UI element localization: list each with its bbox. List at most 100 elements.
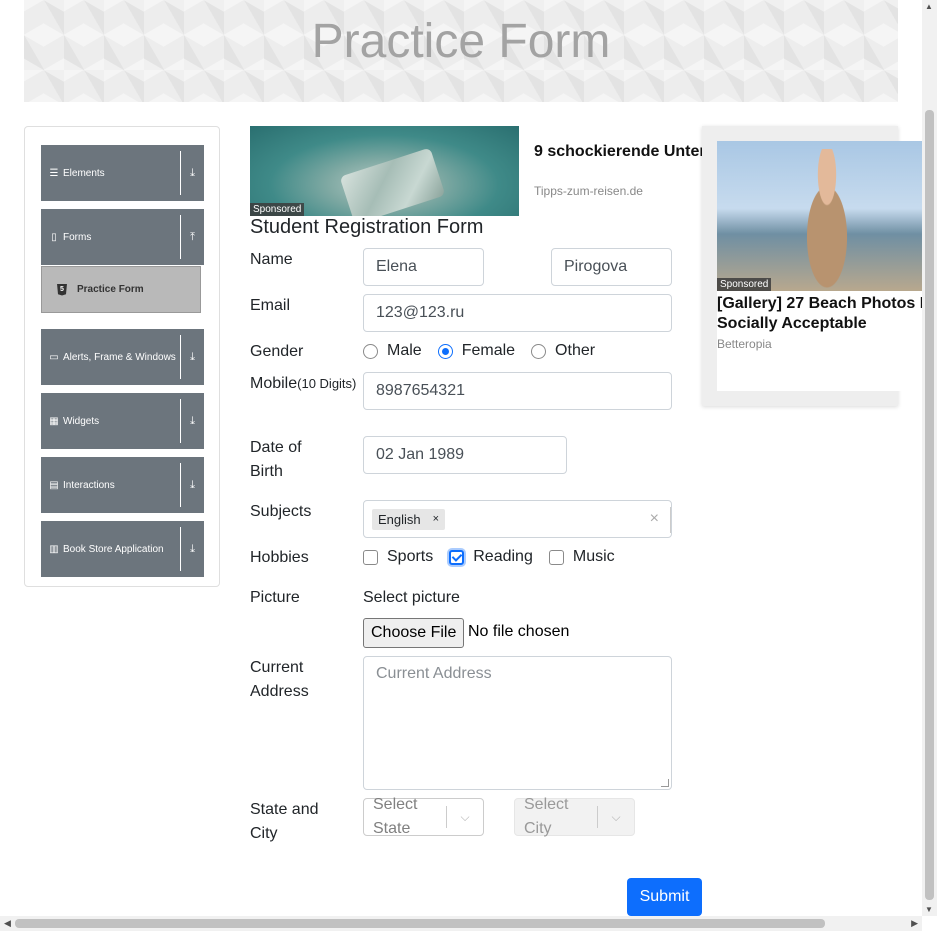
ad-source[interactable]: Betteropia bbox=[717, 337, 772, 351]
scroll-left-icon[interactable]: ◀ bbox=[4, 918, 11, 929]
scroll-right-icon[interactable]: ▶ bbox=[911, 918, 918, 929]
ad-source[interactable]: Tipps-zum-reisen.de bbox=[534, 184, 643, 198]
address-placeholder: Current Address bbox=[376, 665, 492, 682]
scrollbar-thumb[interactable] bbox=[15, 919, 825, 928]
download-arrow-icon[interactable]: ⤓ bbox=[180, 463, 204, 507]
document-icon: ▯ bbox=[51, 231, 57, 243]
gender-other-radio[interactable] bbox=[531, 343, 547, 359]
sidebar-group-label: Forms bbox=[63, 231, 92, 243]
download-arrow-icon[interactable]: ⤓ bbox=[180, 151, 204, 195]
mobile-label-text: Mobile bbox=[250, 375, 298, 392]
last-name-field[interactable]: Pirogova bbox=[551, 248, 672, 286]
state-city-label-line2: City bbox=[250, 825, 278, 842]
hobby-option-label[interactable]: Sports bbox=[387, 548, 433, 566]
address-label-line1: Current bbox=[250, 659, 304, 676]
mobile-label: Mobile(10 Digits) bbox=[250, 372, 356, 396]
scroll-up-icon[interactable]: ▲ bbox=[925, 2, 933, 11]
current-address-textarea[interactable]: Current Address bbox=[363, 656, 672, 790]
sidebar-group-book-store[interactable]: ▥ Book Store Application ⤓ bbox=[41, 521, 204, 577]
html5-icon: 5 bbox=[57, 283, 67, 296]
state-placeholder-line2: State bbox=[373, 820, 411, 837]
gender-option-label[interactable]: Female bbox=[462, 342, 515, 360]
hobby-music-checkbox[interactable] bbox=[548, 549, 564, 565]
vertical-scrollbar[interactable]: ▲ ▼ bbox=[922, 0, 937, 916]
sidebar-group-forms[interactable]: ▯ Forms ⤒ bbox=[41, 209, 204, 265]
dob-field[interactable]: 02 Jan 1989 bbox=[363, 436, 567, 474]
divider bbox=[670, 507, 671, 533]
sponsored-badge: Sponsored bbox=[717, 278, 772, 291]
sidebar-group-label: Widgets bbox=[63, 415, 100, 427]
sidebar-item-label: Practice Form bbox=[77, 284, 144, 295]
ad-headline[interactable]: [Gallery] 27 Beach Photos I Socially Acc… bbox=[717, 294, 923, 334]
submit-button[interactable]: Submit bbox=[627, 878, 702, 916]
gender-option-label[interactable]: Other bbox=[555, 342, 595, 360]
subjects-input[interactable]: English × × bbox=[363, 500, 672, 538]
gender-radio-group: Male Female Other bbox=[363, 342, 611, 360]
subject-tag: English × bbox=[372, 508, 446, 530]
picture-label: Picture bbox=[250, 589, 300, 606]
sidebar-group-label: Alerts, Frame & Windows bbox=[63, 351, 176, 363]
download-arrow-icon[interactable]: ⤓ bbox=[180, 399, 204, 443]
choose-file-button[interactable]: Choose File bbox=[363, 618, 465, 648]
scrollbar-thumb[interactable] bbox=[925, 110, 934, 900]
city-placeholder: Select City bbox=[515, 793, 597, 841]
gender-option-label[interactable]: Male bbox=[387, 342, 422, 360]
mobile-hint: (10 Digits) bbox=[297, 376, 357, 391]
email-label: Email bbox=[250, 297, 291, 314]
hobby-option-label[interactable]: Reading bbox=[473, 548, 533, 566]
sidebar-group-widgets[interactable]: ▦ Widgets ⤓ bbox=[41, 393, 204, 449]
dob-label-line1: Date of bbox=[250, 439, 302, 456]
scroll-down-icon[interactable]: ▼ bbox=[925, 905, 933, 914]
ad-image-subject bbox=[792, 149, 862, 291]
gender-female-radio[interactable] bbox=[437, 343, 453, 359]
sidebar-group-label: Interactions bbox=[63, 479, 115, 491]
grid-icon: ▦ bbox=[49, 415, 59, 427]
ad-headline[interactable]: 9 schockierende Unter mehr erklären kann bbox=[534, 142, 710, 162]
hobbies-checkbox-group: Sports Reading Music bbox=[363, 548, 631, 566]
page-title: Practice Form bbox=[311, 15, 611, 68]
ad-side[interactable]: Sponsored [Gallery] 27 Beach Photos I So… bbox=[717, 141, 923, 391]
state-placeholder: Select State bbox=[364, 793, 446, 841]
gender-male-radio[interactable] bbox=[363, 343, 378, 359]
dob-label: Date of Birth bbox=[250, 436, 302, 484]
download-arrow-icon[interactable]: ⤓ bbox=[180, 527, 204, 571]
resize-handle-icon[interactable] bbox=[661, 779, 669, 787]
sidebar-group-interactions[interactable]: ▤ Interactions ⤓ bbox=[41, 457, 204, 513]
first-name-field[interactable]: Elena bbox=[363, 248, 484, 286]
sidebar-item-practice-form[interactable]: 5 Practice Form bbox=[41, 266, 201, 313]
hobby-option-label[interactable]: Music bbox=[573, 548, 615, 566]
box-icon: ▤ bbox=[49, 479, 59, 491]
email-field[interactable]: 123@123.ru bbox=[363, 294, 672, 332]
hobby-reading-checkbox[interactable] bbox=[449, 549, 465, 565]
ad-banner-top[interactable]: Sponsored 9 schockierende Unter mehr erk… bbox=[250, 126, 710, 216]
hobby-sports-checkbox[interactable] bbox=[363, 549, 378, 565]
file-status-text: No file chosen bbox=[468, 623, 570, 640]
ad-image[interactable]: Sponsored bbox=[717, 141, 923, 291]
window-icon: ▭ bbox=[49, 351, 59, 363]
chevron-down-icon[interactable]: ⌵ bbox=[447, 810, 483, 825]
gender-label: Gender bbox=[250, 343, 304, 360]
sidebar-group-alerts[interactable]: ▭ Alerts, Frame & Windows ⤓ bbox=[41, 329, 204, 385]
remove-tag-icon[interactable]: × bbox=[433, 513, 439, 525]
sidebar-group-elements[interactable]: ☰ Elements ⤓ bbox=[41, 145, 204, 201]
form-title: Student Registration Form bbox=[250, 216, 484, 238]
download-arrow-icon[interactable]: ⤓ bbox=[180, 335, 204, 379]
sidebar-group-label: Book Store Application bbox=[63, 543, 164, 555]
city-select: Select City ⌵ bbox=[514, 796, 635, 837]
address-label: Current Address bbox=[250, 656, 309, 704]
state-city-label: State and City bbox=[250, 798, 319, 846]
horizontal-scrollbar[interactable]: ◀ ▶ bbox=[0, 916, 922, 931]
state-placeholder-line1: Select bbox=[373, 796, 418, 813]
sidebar-group-label: Elements bbox=[63, 167, 105, 179]
clear-icon[interactable]: × bbox=[650, 510, 659, 528]
state-select[interactable]: Select State ⌵ bbox=[363, 796, 484, 837]
select-picture-label: Select picture bbox=[363, 589, 460, 606]
hobbies-label: Hobbies bbox=[250, 549, 309, 566]
books-icon: ▥ bbox=[49, 543, 59, 555]
mobile-field[interactable]: 8987654321 bbox=[363, 372, 672, 410]
upload-arrow-icon[interactable]: ⤒ bbox=[180, 215, 204, 259]
chevron-down-icon: ⌵ bbox=[611, 809, 621, 824]
name-label: Name bbox=[250, 251, 293, 268]
sponsored-badge: Sponsored bbox=[250, 203, 305, 216]
ad-image[interactable]: Sponsored bbox=[250, 126, 519, 216]
